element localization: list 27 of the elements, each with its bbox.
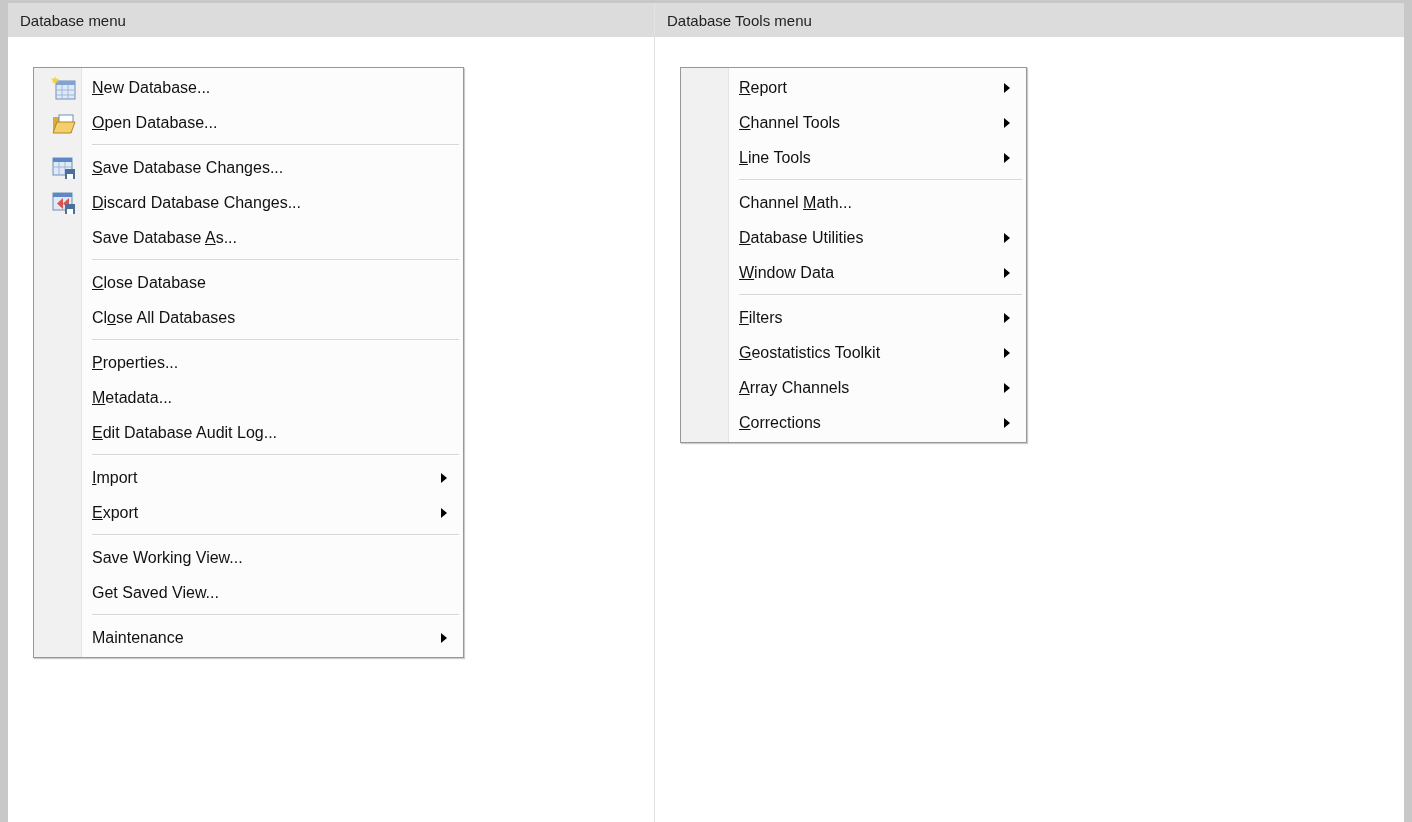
menu-item[interactable]: Geostatistics Toolkit <box>683 335 1024 370</box>
menu-item[interactable]: Export <box>36 495 461 530</box>
menu-item[interactable]: Array Channels <box>683 370 1024 405</box>
menu-item[interactable]: Open Database... <box>36 105 461 140</box>
menu-item[interactable]: Metadata... <box>36 380 461 415</box>
menu-item[interactable]: Channel Tools <box>683 105 1024 140</box>
menu-item[interactable]: Maintenance <box>36 620 461 655</box>
menu-item[interactable]: Properties... <box>36 345 461 380</box>
menu-item[interactable]: Close Database <box>36 265 461 300</box>
column-heading: Database menu <box>8 3 655 37</box>
menu-item[interactable]: Filters <box>683 300 1024 335</box>
menu-item[interactable]: Report <box>683 70 1024 105</box>
menu-item[interactable]: Save Database Changes... <box>36 150 461 185</box>
menu-item[interactable]: Discard Database Changes... <box>36 185 461 220</box>
menu-item[interactable]: Close All Databases <box>36 300 461 335</box>
menu-item[interactable]: Database Utilities <box>683 220 1024 255</box>
menu-item[interactable]: Channel Math... <box>683 185 1024 220</box>
menu-item[interactable]: Save Working View... <box>36 540 461 575</box>
menu-item[interactable]: Get Saved View... <box>36 575 461 610</box>
menu-item[interactable]: Corrections <box>683 405 1024 440</box>
menu-item[interactable]: New Database... <box>36 70 461 105</box>
menu-item[interactable]: Import <box>36 460 461 495</box>
menu-item[interactable]: Line Tools <box>683 140 1024 175</box>
menu-item[interactable]: Edit Database Audit Log... <box>36 415 461 450</box>
menu-item[interactable]: Save Database As... <box>36 220 461 255</box>
column-heading: Database Tools menu <box>655 3 1404 37</box>
menu-item[interactable]: Window Data <box>683 255 1024 290</box>
